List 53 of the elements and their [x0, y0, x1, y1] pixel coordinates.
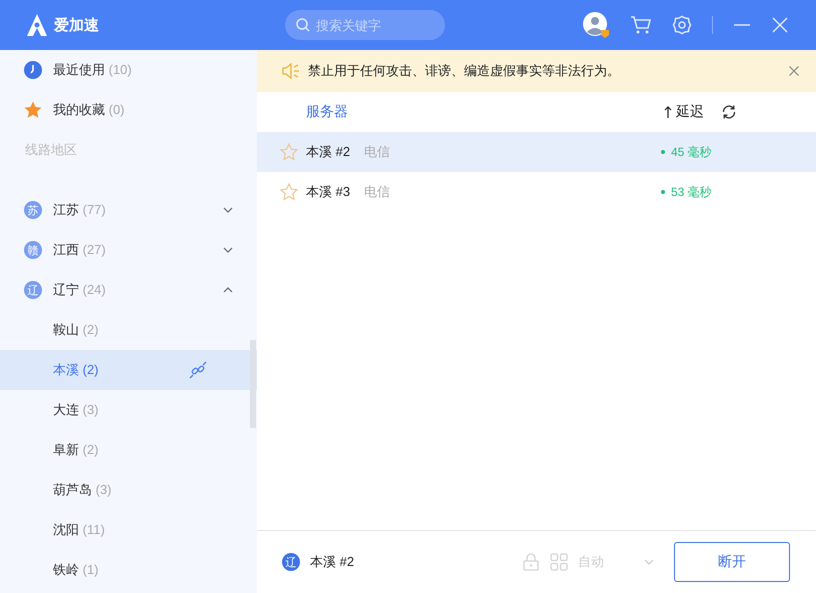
scrollbar-thumb[interactable]: [250, 340, 256, 428]
isp-label: 电信: [364, 183, 390, 201]
close-icon[interactable]: [789, 66, 799, 76]
latency-value: 45 毫秒: [671, 144, 712, 160]
sort-header[interactable]: 延迟: [676, 103, 704, 121]
city-item[interactable]: 鞍山 (2): [0, 310, 257, 350]
sidebar-item[interactable]: 我的收藏 (0): [0, 90, 257, 130]
city-item[interactable]: 大连 (3): [0, 390, 257, 430]
sort-arrow-icon: [664, 106, 672, 118]
city-item[interactable]: 铁岭 (1): [0, 550, 257, 590]
server-name: 本溪 #3: [306, 183, 350, 201]
status-dot: [661, 150, 665, 154]
caret-icon[interactable]: [644, 559, 654, 565]
chevron-icon: [223, 287, 233, 293]
region-badge: 苏: [24, 201, 42, 219]
notice-text: 禁止用于任何攻击、诽谤、编造虚假事实等非法行为。: [308, 62, 620, 80]
region-badge: 辽: [282, 553, 300, 571]
section-label: 线路地区: [24, 141, 78, 159]
latency-value: 53 毫秒: [671, 184, 712, 200]
server-name: 本溪 #2: [306, 143, 350, 161]
server-row[interactable]: 本溪 #3 电信 53 毫秒: [257, 172, 816, 212]
search-field[interactable]: 搜索关键字: [285, 10, 445, 40]
city-item[interactable]: 阜新 (2): [0, 430, 257, 470]
grid-icon: [550, 553, 568, 571]
logo-icon: [25, 13, 49, 37]
speaker-icon: [282, 63, 300, 79]
star-icon[interactable]: [280, 183, 298, 201]
region-badge: 辽: [24, 281, 42, 299]
refresh-icon[interactable]: [721, 104, 737, 120]
isp-label: 电信: [364, 143, 390, 161]
app-name: 爱加速: [54, 16, 99, 34]
server-row[interactable]: 本溪 #2 电信 45 毫秒: [257, 132, 816, 172]
status-dot: [661, 190, 665, 194]
chevron-icon: [223, 247, 233, 253]
region-badge: 赣: [24, 241, 42, 259]
avatar-icon[interactable]: [582, 11, 610, 39]
region-item[interactable]: 辽 辽宁 (24): [0, 270, 257, 310]
chevron-icon: [223, 207, 233, 213]
region-item[interactable]: 苏 江苏 (77): [0, 190, 257, 230]
star-icon: [24, 101, 42, 119]
city-item[interactable]: 本溪 (2): [0, 350, 257, 390]
clock-icon: [24, 61, 42, 79]
sidebar-item[interactable]: 最近使用 (10): [0, 50, 257, 90]
settings-icon[interactable]: [672, 15, 692, 35]
current-server: 本溪 #2: [310, 553, 354, 571]
region-item[interactable]: 赣 江西 (27): [0, 230, 257, 270]
column-header[interactable]: 服务器: [306, 103, 348, 121]
city-item[interactable]: 葫芦岛 (3): [0, 470, 257, 510]
disconnect-button[interactable]: 断开: [674, 542, 790, 582]
star-icon[interactable]: [280, 143, 298, 161]
city-item[interactable]: 沈阳 (11): [0, 510, 257, 550]
cart-icon[interactable]: [630, 15, 652, 35]
link-icon: [189, 361, 207, 379]
